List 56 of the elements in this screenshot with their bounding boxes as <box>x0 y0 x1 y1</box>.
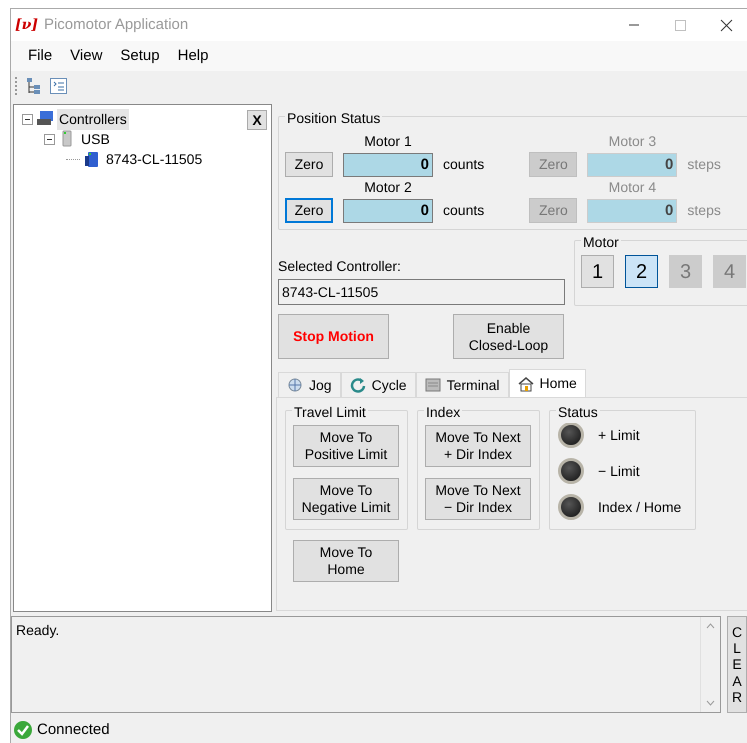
tab[interactable]: Jog <box>278 372 341 397</box>
status-label: + Limit <box>598 426 640 444</box>
status-label: − Limit <box>598 462 640 480</box>
move-button[interactable]: Move To Next + Dir Index <box>425 425 531 467</box>
motor-button[interactable]: 1 <box>581 255 614 288</box>
count-field: 0 <box>343 198 433 222</box>
unit-label: steps <box>687 201 721 220</box>
menu-item[interactable]: File <box>19 42 62 70</box>
clear-button[interactable]: CLEAR <box>727 616 747 713</box>
zero-button[interactable]: Zero <box>285 152 333 177</box>
close-panel-button[interactable]: X <box>247 110 267 130</box>
action-button[interactable]: Enable Closed-Loop <box>453 314 564 359</box>
unit-label: counts <box>443 201 484 220</box>
field-label: Selected Controller: <box>278 257 402 276</box>
count-field: 0 <box>587 152 678 176</box>
move-home-button[interactable]: Move To Home <box>293 540 399 582</box>
terminal-icon <box>424 377 441 393</box>
collapse-icon[interactable] <box>44 134 55 144</box>
motor-button[interactable]: 2 <box>625 255 658 288</box>
log-text: Ready. <box>16 622 60 638</box>
computer-icon <box>36 110 54 128</box>
tree-item[interactable]: 8743-CL-11505 <box>104 148 204 170</box>
move-button[interactable]: Move To Next − Dir Index <box>425 478 531 520</box>
status-text: Connected <box>37 720 110 740</box>
cycle-icon <box>350 377 366 393</box>
tab[interactable]: Terminal <box>416 372 508 397</box>
unit-label: counts <box>443 155 484 174</box>
tree-item[interactable]: USB <box>79 128 112 150</box>
menu-item[interactable]: Help <box>168 42 218 70</box>
motor-label: Motor 4 <box>608 178 658 197</box>
device-icon <box>83 150 101 168</box>
move-button[interactable]: Move To Negative Limit <box>293 478 399 520</box>
menu-item[interactable]: Setup <box>111 42 169 70</box>
menu-item[interactable]: View <box>61 42 112 70</box>
tab[interactable]: Home <box>508 369 586 397</box>
tab[interactable]: Cycle <box>340 372 416 397</box>
motor-label: Motor 2 <box>363 178 413 197</box>
home-icon <box>518 376 534 392</box>
move-button[interactable]: Move To Positive Limit <box>293 425 399 467</box>
move-icon <box>287 377 303 393</box>
collapse-icon[interactable] <box>22 114 33 124</box>
status-label: Index / Home <box>598 498 682 516</box>
list-view-icon[interactable] <box>49 77 68 95</box>
tree-view-icon[interactable] <box>24 77 43 95</box>
motor-label: Motor 1 <box>363 132 413 151</box>
close-icon <box>720 18 732 32</box>
window-title: Picomotor Application <box>44 14 190 35</box>
count-field: 0 <box>587 198 678 222</box>
motor-label: Motor 3 <box>608 132 658 151</box>
unit-label: steps <box>687 155 721 174</box>
zero-button[interactable]: Zero <box>285 198 333 223</box>
app-logo: [ν] <box>15 16 38 34</box>
controller-field[interactable]: 8743-CL-11505 <box>278 279 565 305</box>
maximize-icon <box>674 18 686 32</box>
tree-item[interactable]: Controllers <box>57 108 129 130</box>
count-field: 0 <box>343 152 433 176</box>
